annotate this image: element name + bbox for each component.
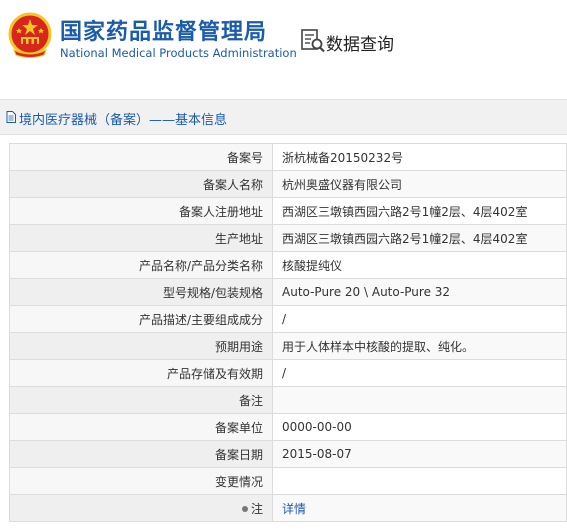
table-row: 备案人名称 杭州奥盛仪器有限公司: [9, 170, 567, 198]
field-label: 注: [250, 501, 263, 516]
note-label-cell: 注: [9, 494, 273, 522]
field-value: /: [272, 305, 567, 333]
table-row: 产品存储及有效期 /: [9, 359, 567, 387]
table-row: 预期用途 用于人体样本中核酸的提取、纯化。: [9, 332, 567, 360]
document-icon: [6, 111, 16, 123]
field-label: 预期用途: [9, 332, 273, 360]
table-row: 备案单位 0000-00-00: [9, 413, 567, 441]
field-label: 产品存储及有效期: [9, 359, 273, 387]
field-value: 西湖区三墩镇西园六路2号1幢2层、4层402室: [272, 197, 567, 225]
field-value: [272, 467, 567, 495]
agency-name-cn: 国家药品监督管理局: [60, 20, 268, 45]
field-label: 产品描述/主要组成成分: [9, 305, 273, 333]
field-label: 备注: [9, 386, 273, 414]
field-label: 产品名称/产品分类名称: [9, 251, 273, 279]
field-value: 2015-08-07: [272, 440, 567, 468]
details-link[interactable]: 详情: [282, 502, 306, 516]
table-row: 变更情况: [9, 467, 567, 495]
table-row: 型号规格/包装规格 Auto-Pure 20 \ Auto-Pure 32: [9, 278, 567, 306]
field-value: 0000-00-00: [272, 413, 567, 441]
field-value: 西湖区三墩镇西园六路2号1幢2层、4层402室: [272, 224, 567, 252]
field-label: 备案号: [9, 143, 273, 171]
field-label: 变更情况: [9, 467, 273, 495]
field-value: 杭州奥盛仪器有限公司: [272, 170, 567, 198]
field-value: Auto-Pure 20 \ Auto-Pure 32: [272, 278, 567, 306]
data-query-title[interactable]: 数据查询: [326, 30, 394, 55]
table-row: 备注: [9, 386, 567, 414]
field-label: 生产地址: [9, 224, 273, 252]
table-row: 备案号 浙杭械备20150232号: [9, 143, 567, 171]
table-row: 产品名称/产品分类名称 核酸提纯仪: [9, 251, 567, 279]
table-row: 生产地址 西湖区三墩镇西园六路2号1幢2层、4层402室: [9, 224, 567, 252]
field-label: 备案人注册地址: [9, 197, 273, 225]
field-label: 备案人名称: [9, 170, 273, 198]
bullet-icon: [241, 506, 248, 512]
field-value: 浙杭械备20150232号: [272, 143, 567, 171]
field-label: 型号规格/包装规格: [9, 278, 273, 306]
field-value: [272, 386, 567, 414]
field-value: 用于人体样本中核酸的提取、纯化。: [272, 332, 567, 360]
field-value: 核酸提纯仪: [272, 251, 567, 279]
table-row: 注 详情: [9, 494, 567, 522]
data-search-icon: [301, 29, 325, 53]
table-row: 备案日期 2015-08-07: [9, 440, 567, 468]
note-value-cell: 详情: [272, 494, 567, 522]
agency-name-en: National Medical Products Administration: [60, 46, 297, 60]
breadcrumb: 境内医疗器械（备案）——基本信息: [0, 99, 567, 135]
field-label: 备案单位: [9, 413, 273, 441]
breadcrumb-text: 境内医疗器械（备案）——基本信息: [19, 113, 228, 128]
field-value: /: [272, 359, 567, 387]
table-row: 产品描述/主要组成成分 /: [9, 305, 567, 333]
national-emblem-icon: [8, 12, 52, 58]
site-header: 国家药品监督管理局 National Medical Products Admi…: [0, 0, 567, 80]
detail-table: 备案号 浙杭械备20150232号 备案人名称 杭州奥盛仪器有限公司 备案人注册…: [9, 143, 567, 522]
field-label: 备案日期: [9, 440, 273, 468]
table-row: 备案人注册地址 西湖区三墩镇西园六路2号1幢2层、4层402室: [9, 197, 567, 225]
